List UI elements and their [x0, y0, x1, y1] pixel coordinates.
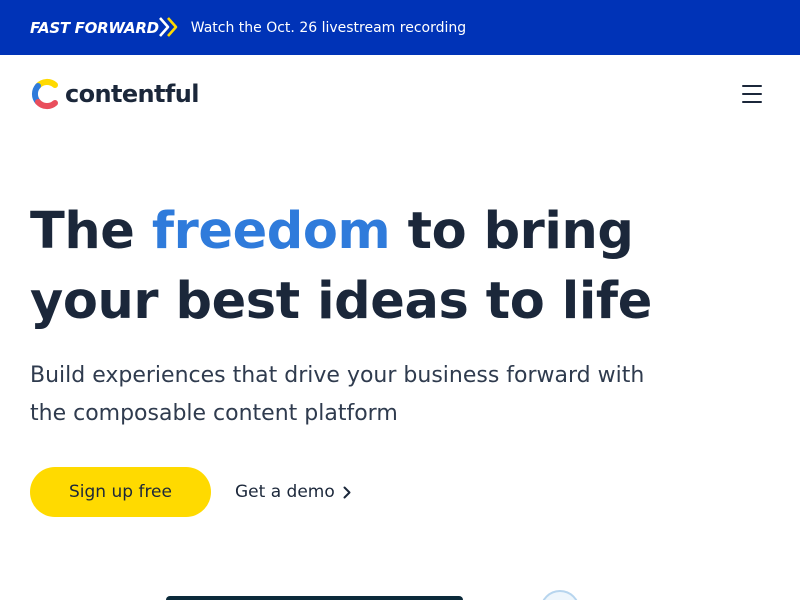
get-a-demo-link[interactable]: Get a demo	[235, 482, 351, 502]
get-a-demo-label: Get a demo	[235, 482, 335, 502]
hero-title-before: The	[30, 202, 152, 261]
hero-illustration-circle	[540, 590, 580, 600]
livestream-link[interactable]: Watch the Oct. 26 livestream recording	[191, 20, 466, 36]
hero-title-accent: freedom	[151, 202, 391, 261]
brand-name: contentful	[65, 79, 199, 108]
hero-title: The freedom to bring your best ideas to …	[30, 197, 670, 337]
contentful-c-icon	[32, 78, 58, 109]
hero-illustration-window	[166, 596, 463, 600]
sign-up-free-button[interactable]: Sign up free	[30, 467, 211, 517]
fast-forward-logo: FAST FORWARD	[30, 16, 181, 40]
contentful-logo[interactable]: contentful	[30, 77, 199, 111]
hero-subtitle: Build experiences that drive your busine…	[30, 363, 645, 426]
chevron-right-icon	[343, 486, 351, 498]
hero-cta-row: Sign up free Get a demo	[30, 467, 351, 517]
menu-line	[742, 84, 762, 87]
main-nav: contentful	[0, 55, 800, 132]
menu-line	[742, 92, 762, 95]
menu-line	[742, 100, 762, 103]
fast-forward-logo-text: FAST FORWARD	[30, 18, 159, 37]
announcement-banner[interactable]: FAST FORWARD Watch the Oct. 26 livestrea…	[0, 0, 800, 55]
fast-forward-arrows-icon	[158, 17, 178, 37]
hamburger-menu-icon[interactable]	[742, 84, 762, 103]
